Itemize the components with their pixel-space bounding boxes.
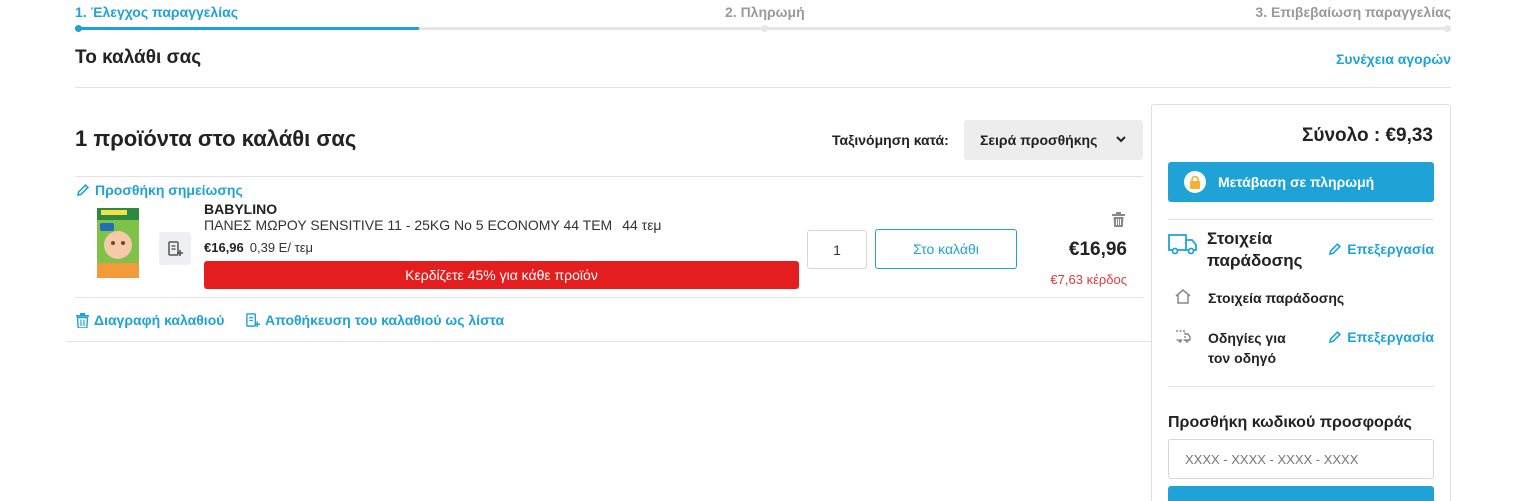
divider bbox=[75, 87, 1451, 88]
save-as-list-link[interactable]: Αποθήκευση του καλαθιού ως λίστα bbox=[245, 312, 504, 328]
product-price: €16,96 bbox=[204, 240, 244, 255]
delete-cart-label: Διαγραφή καλαθιού bbox=[94, 312, 225, 328]
delivery-details: Στοιχεία παράδοσης bbox=[1208, 290, 1345, 306]
promo-banner: Κερδίζετε 45% για κάθε προϊόν bbox=[204, 261, 799, 289]
step-confirmation: 3. Επιβεβαίωση παραγγελίας bbox=[1255, 4, 1451, 20]
trash-icon bbox=[76, 312, 89, 328]
checkout-button[interactable]: Μετάβαση σε πληρωμή bbox=[1168, 162, 1434, 202]
step-dot-2 bbox=[761, 25, 768, 32]
delivery-title: Στοιχεία παράδοσης bbox=[1207, 229, 1303, 270]
continue-shopping-link[interactable]: Συνέχεια αγορών bbox=[1336, 51, 1451, 67]
divider bbox=[1168, 386, 1434, 387]
unit-price: 0,39 E/ τεμ bbox=[249, 240, 313, 255]
edit-label: Επεξεργασία bbox=[1347, 241, 1434, 257]
home-icon bbox=[1175, 289, 1191, 304]
page-title: Το καλάθι σας bbox=[75, 47, 202, 68]
trash-icon[interactable] bbox=[1112, 212, 1125, 227]
product-pack-qty: 44 τεμ bbox=[622, 217, 662, 233]
add-note-label: Προσθήκη σημείωσης bbox=[95, 182, 243, 198]
coupon-input[interactable]: XXXX - XXXX - XXXX - XXXX bbox=[1168, 439, 1434, 479]
truck-icon bbox=[1168, 234, 1197, 255]
step-dot-3 bbox=[1444, 25, 1451, 32]
pencil-icon bbox=[1329, 330, 1342, 344]
step-order-review[interactable]: 1. Έλεγχος παραγγελίας bbox=[75, 4, 238, 20]
step-dot-1 bbox=[75, 25, 82, 32]
sort-value: Σειρά προσθήκης bbox=[980, 132, 1098, 148]
add-to-list-button[interactable] bbox=[159, 232, 191, 265]
driver-instructions: Οδηγίες για τον οδηγό bbox=[1208, 330, 1286, 366]
list-add-icon bbox=[168, 240, 183, 256]
product-brand: BABYLINO bbox=[204, 201, 278, 217]
coupon-title: Προσθήκη κωδικού προσφοράς bbox=[1168, 414, 1412, 431]
apply-coupon-button[interactable] bbox=[1168, 486, 1434, 501]
order-summary-panel: Σύνολο : €9,33 Μετάβαση σε πληρωμή Στοιχ… bbox=[1151, 104, 1451, 501]
step-progress bbox=[75, 27, 419, 30]
pencil-icon bbox=[1329, 242, 1342, 256]
pencil-icon bbox=[76, 183, 90, 197]
edit-driver-instructions-link[interactable]: Επεξεργασία bbox=[1328, 329, 1434, 345]
edit-label: Επεξεργασία bbox=[1347, 329, 1434, 345]
step-payment: 2. Πληρωμή bbox=[725, 4, 805, 20]
order-total: Σύνολο : €9,33 bbox=[1301, 125, 1433, 146]
list-add-icon bbox=[246, 312, 260, 327]
checkout-label: Μετάβαση σε πληρωμή bbox=[1218, 174, 1375, 190]
product-image[interactable] bbox=[96, 207, 140, 279]
sort-label: Ταξινόμηση κατά: bbox=[832, 132, 949, 148]
line-total: €16,96 bbox=[1068, 239, 1127, 260]
divider bbox=[66, 341, 1151, 342]
product-name-text: ΠΑΝΕΣ ΜΩΡΟΥ SENSITIVE 11 - 25KG No 5 ECO… bbox=[204, 217, 613, 233]
price-line: €16,96 0,39 E/ τεμ bbox=[204, 240, 313, 255]
divider bbox=[75, 176, 1143, 177]
add-note-link[interactable]: Προσθήκη σημείωσης bbox=[76, 182, 243, 198]
divider bbox=[75, 297, 1143, 298]
quantity-input[interactable]: 1 bbox=[807, 230, 867, 269]
edit-delivery-link[interactable]: Επεξεργασία bbox=[1328, 241, 1434, 257]
delivery-van-icon bbox=[1176, 330, 1191, 343]
delete-cart-link[interactable]: Διαγραφή καλαθιού bbox=[76, 312, 224, 328]
to-cart-button[interactable]: Στο καλάθι bbox=[875, 229, 1017, 269]
save-as-list-label: Αποθήκευση του καλαθιού ως λίστα bbox=[265, 312, 505, 328]
lock-icon bbox=[1184, 171, 1206, 193]
divider bbox=[1168, 219, 1434, 220]
sort-select[interactable]: Σειρά προσθήκης bbox=[964, 120, 1143, 160]
savings-text: €7,63 κέρδος bbox=[1050, 272, 1127, 287]
cart-count-title: 1 προϊόντα στο καλάθι σας bbox=[75, 126, 357, 151]
chevron-down-icon bbox=[1116, 136, 1126, 143]
checkout-stepper: 1. Έλεγχος παραγγελίας 2. Πληρωμή 3. Επι… bbox=[75, 0, 1451, 32]
product-name[interactable]: ΠΑΝΕΣ ΜΩΡΟΥ SENSITIVE 11 - 25KG No 5 ECO… bbox=[204, 217, 662, 233]
